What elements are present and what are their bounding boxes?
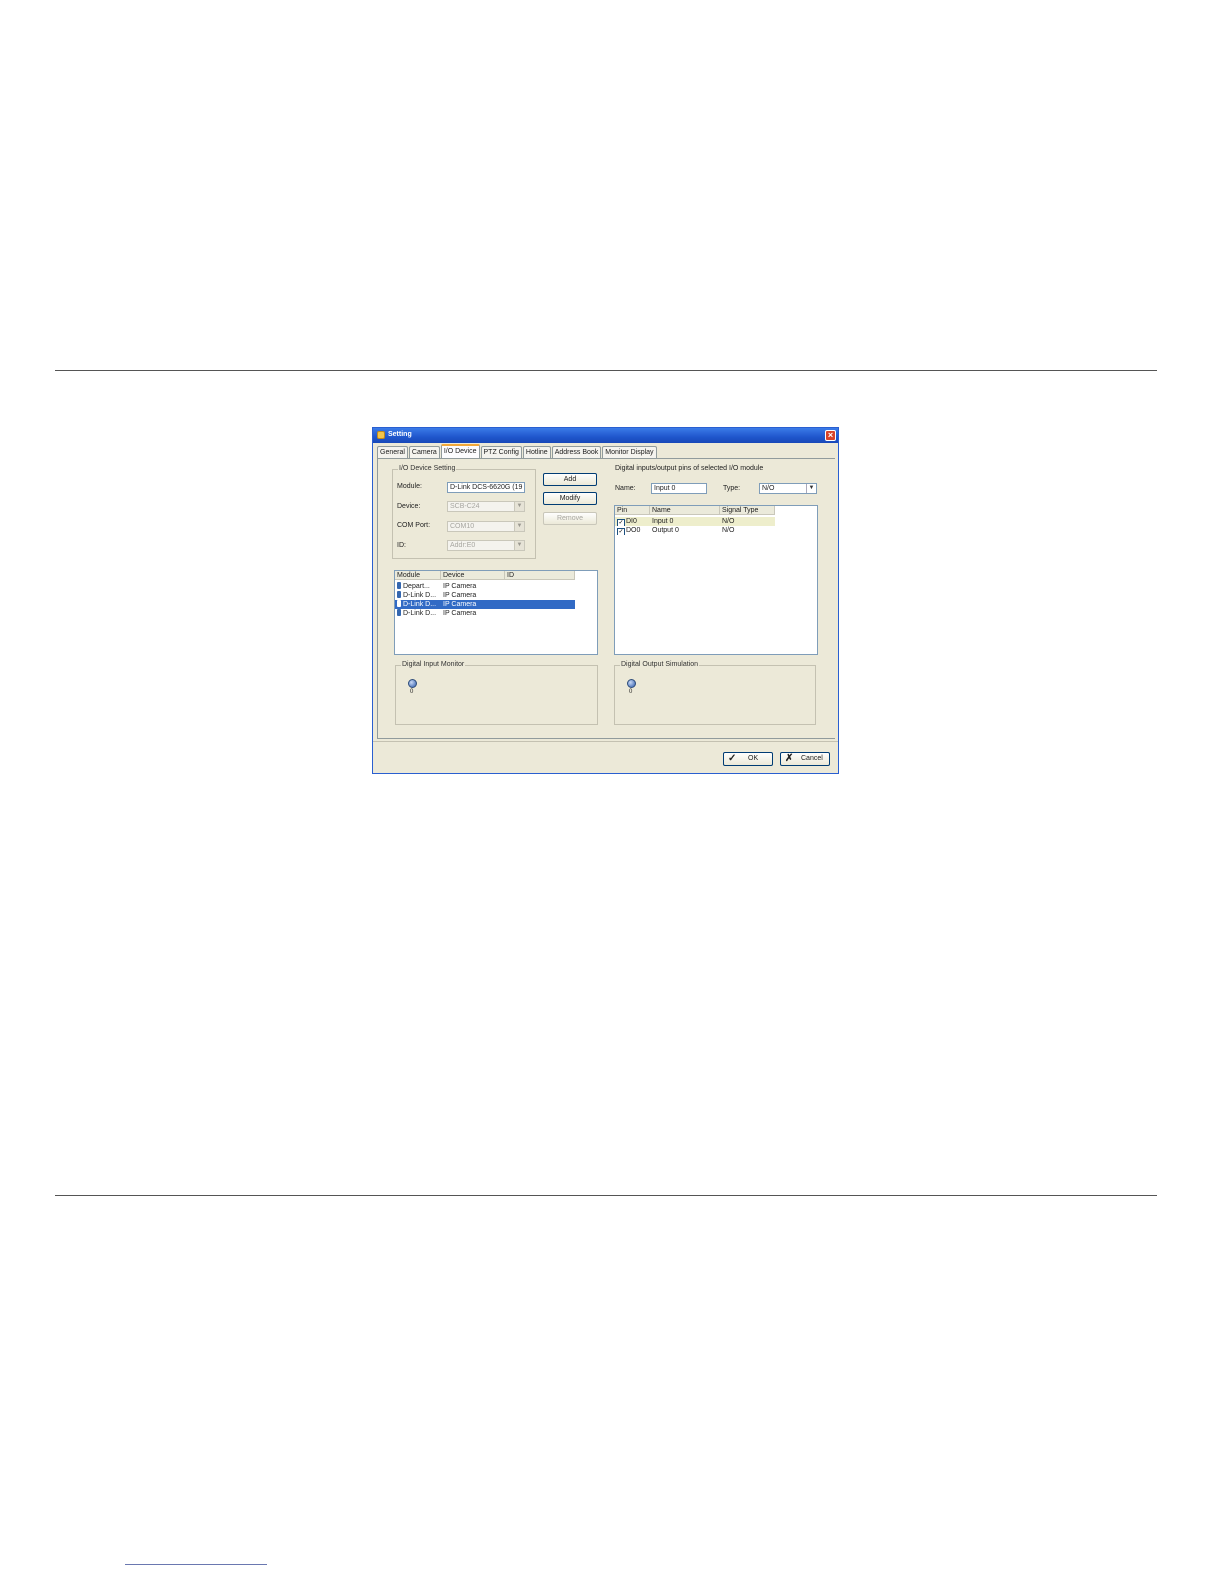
module-name: Depart... <box>403 583 430 590</box>
tab-ptz-config[interactable]: PTZ Config <box>480 446 522 458</box>
tab-hotline[interactable]: Hotline <box>522 446 551 458</box>
device-select-value: SCB-C24 <box>450 503 480 510</box>
camera-module-icon <box>397 609 401 616</box>
module-name: D-Link D... <box>403 601 437 608</box>
module-device: IP Camera <box>443 592 477 599</box>
module-list[interactable]: Module Device ID Depart... IP Camera D-L… <box>394 570 598 655</box>
io-device-setting-group: I/O Device Setting Module: D-Link DCS-66… <box>392 465 536 559</box>
pin-type-value: N/O <box>762 485 775 492</box>
cross-icon: ✗ <box>785 753 794 764</box>
module-device: IP Camera <box>443 583 477 590</box>
camera-module-icon <box>397 582 401 589</box>
top-divider <box>55 370 1157 371</box>
device-label: Device: <box>397 503 421 510</box>
tab-io-device[interactable]: I/O Device <box>440 444 480 459</box>
com-port-select-value: COM10 <box>450 523 475 530</box>
chevron-down-icon: ▼ <box>514 522 524 531</box>
ok-button-label: OK <box>748 755 759 762</box>
module-device: IP Camera <box>443 610 477 617</box>
module-label: Module: <box>397 483 422 490</box>
title-bar: Setting × <box>373 428 838 443</box>
pin-name: Output 0 <box>652 527 679 534</box>
pin-id: DO0 <box>626 527 641 534</box>
footer-divider <box>373 741 838 742</box>
checkmark-icon: ✓ <box>728 753 737 764</box>
digital-output-simulation-legend: Digital Output Simulation <box>620 661 700 668</box>
device-select[interactable]: SCB-C24 ▼ <box>447 501 525 512</box>
input-indicator-label: 0 <box>410 689 414 695</box>
pin-name-input[interactable]: Input 0 <box>651 483 707 494</box>
pin-name: Input 0 <box>652 518 674 525</box>
window-title: Setting <box>388 431 412 438</box>
list-item[interactable]: D-Link D... IP Camera <box>395 609 575 618</box>
io-device-panel: I/O Device Setting Module: D-Link DCS-66… <box>377 458 836 739</box>
pin-id: DI0 <box>626 518 637 525</box>
chevron-down-icon: ▼ <box>806 484 816 493</box>
module-id <box>505 591 575 600</box>
module-id <box>505 600 575 609</box>
pin-signal-type: N/O <box>722 518 735 525</box>
add-button[interactable]: Add <box>543 473 597 486</box>
digital-input-monitor-legend: Digital Input Monitor <box>401 661 466 668</box>
pin-type-select[interactable]: N/O ▼ <box>759 483 817 494</box>
module-device: IP Camera <box>443 601 477 608</box>
input-indicator-icon <box>408 679 417 688</box>
output-indicator-label: 0 <box>629 689 633 695</box>
pins-list-header: Pin Name Signal Type <box>615 506 775 515</box>
module-list-header: Module Device ID <box>395 571 575 580</box>
tab-general[interactable]: General <box>377 446 408 458</box>
close-icon[interactable]: × <box>825 430 836 441</box>
pin-checkbox[interactable]: ✓ <box>617 519 625 526</box>
id-label: ID: <box>397 542 406 549</box>
column-header-signal-type[interactable]: Signal Type <box>720 506 775 515</box>
pin-checkbox[interactable]: ✓ <box>617 528 625 535</box>
module-id <box>505 609 575 618</box>
io-device-setting-legend: I/O Device Setting <box>398 465 457 472</box>
pins-caption: Digital inputs/output pins of selected I… <box>615 465 764 472</box>
ok-button[interactable]: ✓ OK <box>723 752 773 766</box>
modify-button[interactable]: Modify <box>543 492 597 505</box>
camera-module-icon <box>397 591 401 598</box>
chevron-down-icon: ▼ <box>514 502 524 511</box>
remove-button[interactable]: Remove <box>543 512 597 525</box>
module-name: D-Link D... <box>403 592 437 599</box>
column-header-device[interactable]: Device <box>441 571 505 580</box>
camera-module-icon <box>397 600 401 607</box>
digital-input-monitor-group: Digital Input Monitor 0 <box>395 661 598 725</box>
chevron-down-icon: ▼ <box>514 541 524 550</box>
com-port-label: COM Port: <box>397 522 431 529</box>
table-row[interactable]: ✓ DO0 Output 0 N/O <box>615 526 775 535</box>
digital-output-simulation-group: Digital Output Simulation 0 <box>614 661 816 725</box>
tab-address-book[interactable]: Address Book <box>551 446 602 458</box>
cancel-button-label: Cancel <box>801 755 823 762</box>
module-field[interactable]: D-Link DCS-6620G (19 <box>447 482 525 493</box>
module-id <box>505 582 575 591</box>
app-icon <box>377 431 385 439</box>
list-item-selected[interactable]: D-Link D... IP Camera <box>395 600 575 609</box>
tab-camera[interactable]: Camera <box>408 446 440 458</box>
cancel-button[interactable]: ✗ Cancel <box>780 752 830 766</box>
list-item[interactable]: Depart... IP Camera <box>395 582 575 591</box>
pin-signal-type: N/O <box>722 527 735 534</box>
id-select[interactable]: Addr:E0 ▼ <box>447 540 525 551</box>
column-header-pin[interactable]: Pin <box>615 506 650 515</box>
footer-link-underline <box>125 1564 267 1565</box>
tab-bar: General Camera I/O Device PTZ Config Hot… <box>377 444 658 459</box>
list-item[interactable]: D-Link D... IP Camera <box>395 591 575 600</box>
table-row[interactable]: ✓ DI0 Input 0 N/O <box>615 517 775 526</box>
com-port-select[interactable]: COM10 ▼ <box>447 521 525 532</box>
pin-name-label: Name: <box>615 485 636 492</box>
output-toggle-icon[interactable] <box>627 679 636 688</box>
column-header-id[interactable]: ID <box>505 571 575 580</box>
panel-edge <box>835 458 838 739</box>
module-name: D-Link D... <box>403 610 437 617</box>
setting-dialog: Setting × General Camera I/O Device PTZ … <box>372 427 839 774</box>
pins-list[interactable]: Pin Name Signal Type ✓ DI0 Input 0 N/O ✓ D… <box>614 505 818 655</box>
column-header-name[interactable]: Name <box>650 506 720 515</box>
pin-type-label: Type: <box>723 485 741 492</box>
tab-monitor-display[interactable]: Monitor Display <box>602 446 657 458</box>
id-select-value: Addr:E0 <box>450 542 476 549</box>
bottom-divider <box>55 1195 1157 1196</box>
column-header-module[interactable]: Module <box>395 571 441 580</box>
